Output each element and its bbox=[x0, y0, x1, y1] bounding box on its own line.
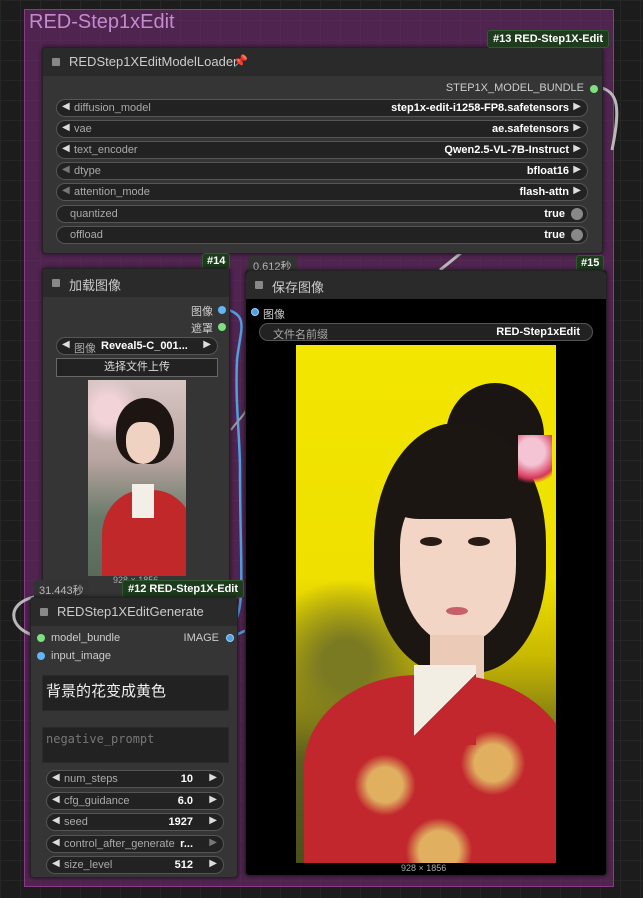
arrow-left-icon[interactable]: ◀ bbox=[62, 101, 70, 112]
output-size-caption: 928 × 1856 bbox=[401, 863, 447, 873]
arrow-right-icon[interactable]: ▶ bbox=[209, 772, 217, 783]
arrow-right-icon[interactable]: ▶ bbox=[203, 339, 211, 350]
preview-eye-right bbox=[468, 537, 490, 546]
mask-output-port[interactable] bbox=[218, 323, 226, 331]
arrow-right-icon[interactable]: ▶ bbox=[209, 794, 217, 805]
pin-icon[interactable]: 📌 bbox=[233, 54, 248, 68]
image-output-label: IMAGE bbox=[183, 632, 219, 644]
num-steps-stepper[interactable]: ◀ num_steps 10 ▶ bbox=[46, 770, 224, 788]
arrow-left-icon[interactable]: ◀ bbox=[62, 339, 70, 350]
vae-select[interactable]: ◀ vae ae.safetensors ▶ bbox=[56, 120, 588, 138]
preview-lips bbox=[446, 607, 468, 615]
preview-hair-flower bbox=[518, 435, 552, 491]
control-after-generate-select[interactable]: ◀ control_after_generate r... ▶ bbox=[46, 835, 224, 853]
load-image-header[interactable]: 加载图像 bbox=[43, 269, 229, 297]
save-image-title: 保存图像 bbox=[272, 280, 325, 295]
output-image-preview bbox=[296, 345, 556, 863]
toggle-knob-icon[interactable] bbox=[571, 208, 583, 220]
mask-output-label: 遮罩 bbox=[191, 323, 213, 335]
input-image-label: input_image bbox=[51, 650, 111, 662]
collapse-icon[interactable] bbox=[52, 279, 60, 287]
thumb-collar bbox=[132, 484, 154, 518]
arrow-right-icon[interactable]: ▶ bbox=[573, 164, 581, 175]
model-loader-header[interactable]: REDStep1XEditModelLoader 📌 bbox=[43, 48, 602, 76]
loader-node-badge: #13 RED-Step1X-Edit bbox=[487, 30, 610, 48]
image-output-label: 图像 bbox=[191, 306, 213, 318]
collapse-icon[interactable] bbox=[40, 608, 48, 616]
arrow-left-icon[interactable]: ◀ bbox=[62, 143, 70, 154]
dtype-select[interactable]: ◀ dtype bfloat16 ▶ bbox=[56, 162, 588, 180]
prompt-textarea[interactable]: 背景的花变成黄色 bbox=[42, 675, 229, 711]
image-input-label: 图像 bbox=[263, 309, 285, 321]
toggle-knob-icon[interactable] bbox=[571, 229, 583, 241]
generate-badge: #12 RED-Step1X-Edit bbox=[122, 580, 245, 598]
offload-toggle[interactable]: offload true bbox=[56, 226, 588, 244]
input-image-port[interactable] bbox=[37, 652, 45, 660]
generate-header[interactable]: REDStep1XEditGenerate bbox=[31, 598, 237, 626]
collapse-icon[interactable] bbox=[52, 58, 60, 66]
arrow-left-icon[interactable]: ◀ bbox=[52, 794, 60, 805]
arrow-left-icon[interactable]: ◀ bbox=[52, 858, 60, 869]
save-image-badge: #15 bbox=[576, 255, 605, 271]
arrow-left-icon[interactable]: ◀ bbox=[52, 837, 60, 848]
image-output-port[interactable] bbox=[218, 306, 226, 314]
image-input-port[interactable] bbox=[251, 308, 259, 316]
arrow-right-icon[interactable]: ▶ bbox=[209, 858, 217, 869]
load-image-node[interactable]: 加载图像 图像 遮罩 ◀ 图像 Reveal5-C_001... ▶ 选择文件上… bbox=[42, 268, 230, 598]
preview-bangs bbox=[392, 455, 528, 519]
load-image-title: 加载图像 bbox=[69, 278, 122, 293]
generate-node[interactable]: REDStep1XEditGenerate model_bundle input… bbox=[30, 597, 238, 878]
load-image-badge: #14 bbox=[202, 253, 231, 269]
bundle-output-port[interactable] bbox=[590, 85, 598, 93]
arrow-right-icon[interactable]: ▶ bbox=[209, 815, 217, 826]
upload-button[interactable]: 选择文件上传 bbox=[56, 358, 218, 377]
filename-prefix-field[interactable]: 文件名前缀 RED-Step1xEdit bbox=[259, 323, 593, 341]
arrow-left-icon[interactable]: ◀ bbox=[62, 185, 70, 196]
image-output-port[interactable] bbox=[226, 634, 234, 642]
model-bundle-input-label: model_bundle bbox=[51, 632, 121, 644]
arrow-right-icon[interactable]: ▶ bbox=[573, 143, 581, 154]
arrow-left-icon[interactable]: ◀ bbox=[62, 164, 70, 175]
negative-prompt-textarea[interactable]: negative_prompt bbox=[42, 727, 229, 763]
preview-eye-left bbox=[420, 537, 442, 546]
arrow-right-icon[interactable]: ▶ bbox=[573, 122, 581, 133]
model-bundle-input-port[interactable] bbox=[37, 634, 45, 642]
text-encoder-select[interactable]: ◀ text_encoder Qwen2.5-VL-7B-Instruct ▶ bbox=[56, 141, 588, 159]
thumb-face bbox=[126, 422, 160, 464]
arrow-right-icon[interactable]: ▶ bbox=[209, 837, 217, 848]
model-loader-node[interactable]: REDStep1XEditModelLoader 📌 STEP1X_MODEL_… bbox=[42, 47, 603, 254]
arrow-left-icon[interactable]: ◀ bbox=[52, 815, 60, 826]
seed-stepper[interactable]: ◀ seed 1927 ▶ bbox=[46, 813, 224, 831]
preview-collar bbox=[414, 665, 476, 745]
save-image-header[interactable]: 保存图像 bbox=[246, 271, 606, 299]
save-image-node[interactable]: 保存图像 图像 文件名前缀 RED-Step1xEdit 928 × 1856 bbox=[245, 270, 607, 876]
bundle-output-label: STEP1X_MODEL_BUNDLE bbox=[445, 82, 584, 94]
attention-mode-select[interactable]: ◀ attention_mode flash-attn ▶ bbox=[56, 183, 588, 201]
cfg-guidance-stepper[interactable]: ◀ cfg_guidance 6.0 ▶ bbox=[46, 792, 224, 810]
size-level-stepper[interactable]: ◀ size_level 512 ▶ bbox=[46, 856, 224, 874]
diffusion-model-select[interactable]: ◀ diffusion_model step1x-edit-i1258-FP8.… bbox=[56, 99, 588, 117]
quantized-toggle[interactable]: quantized true bbox=[56, 205, 588, 223]
collapse-icon[interactable] bbox=[255, 281, 263, 289]
group-title[interactable]: RED-Step1xEdit bbox=[29, 11, 175, 34]
generate-title: REDStep1XEditGenerate bbox=[57, 604, 204, 619]
arrow-right-icon[interactable]: ▶ bbox=[573, 101, 581, 112]
model-loader-title: REDStep1XEditModelLoader bbox=[69, 54, 238, 69]
input-image-thumbnail bbox=[88, 380, 186, 576]
arrow-left-icon[interactable]: ◀ bbox=[52, 772, 60, 783]
image-file-select[interactable]: ◀ 图像 Reveal5-C_001... ▶ bbox=[56, 337, 218, 355]
arrow-right-icon[interactable]: ▶ bbox=[573, 185, 581, 196]
arrow-left-icon[interactable]: ◀ bbox=[62, 122, 70, 133]
